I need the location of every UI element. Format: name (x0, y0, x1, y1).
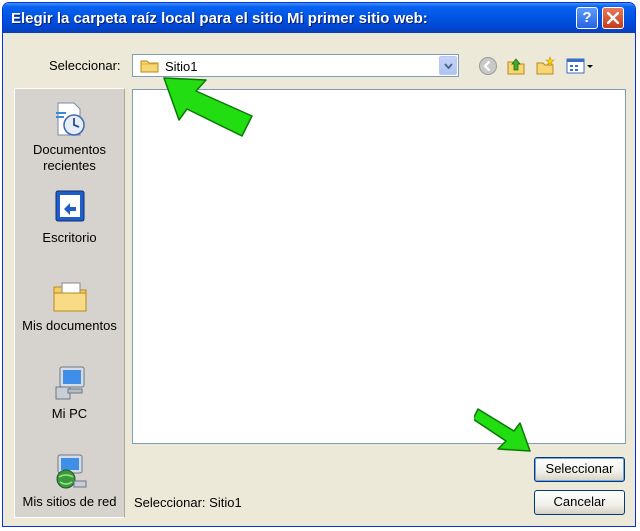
close-button[interactable] (602, 7, 624, 29)
up-folder-icon[interactable] (506, 56, 526, 76)
place-desktop[interactable]: Escritorio (15, 187, 124, 246)
selection-status: Seleccionar: Sitio1 (134, 495, 242, 510)
place-label: Mis sitios de red (22, 494, 117, 509)
place-my-documents[interactable]: Mis documentos (15, 275, 124, 334)
file-list[interactable] (132, 89, 626, 444)
folder-picker-dialog: Elegir la carpeta raíz local para el sit… (2, 2, 636, 527)
select-button[interactable]: Seleccionar (534, 457, 625, 482)
place-label: Mis documentos (22, 318, 117, 333)
recent-documents-icon (55, 102, 85, 136)
lookin-label: Seleccionar: (49, 58, 121, 73)
window-title: Elegir la carpeta raíz local para el sit… (11, 10, 428, 27)
lookin-dropdown[interactable]: Sitio1 (132, 54, 459, 77)
place-recent-documents[interactable]: Documentos recientes (15, 99, 124, 174)
my-documents-icon (53, 282, 86, 312)
views-menu-icon[interactable] (565, 56, 595, 76)
dropdown-button[interactable] (439, 56, 457, 75)
new-folder-icon[interactable] (535, 56, 555, 76)
lookin-value: Sitio1 (165, 59, 198, 74)
place-label: Escritorio (42, 230, 97, 245)
annotation-arrow-icon (163, 77, 253, 137)
places-bar: Documentos recientes Escritorio Mis docu… (14, 88, 125, 518)
place-label: Documentos recientes (33, 142, 106, 173)
help-button[interactable]: ? (576, 7, 598, 29)
cancel-button[interactable]: Cancelar (534, 490, 625, 515)
annotation-arrow-icon (474, 408, 531, 452)
back-icon[interactable] (478, 56, 498, 76)
network-places-icon (56, 454, 86, 489)
folder-icon (140, 60, 159, 73)
place-network-places[interactable]: Mis sitios de red (15, 451, 124, 510)
my-computer-icon (55, 366, 84, 400)
place-label: Mi PC (51, 406, 88, 421)
desktop-icon (55, 190, 84, 222)
close-icon (607, 12, 619, 24)
chevron-down-icon (444, 63, 453, 69)
title-bar[interactable]: Elegir la carpeta raíz local para el sit… (3, 3, 635, 33)
place-my-computer[interactable]: Mi PC (15, 363, 124, 422)
